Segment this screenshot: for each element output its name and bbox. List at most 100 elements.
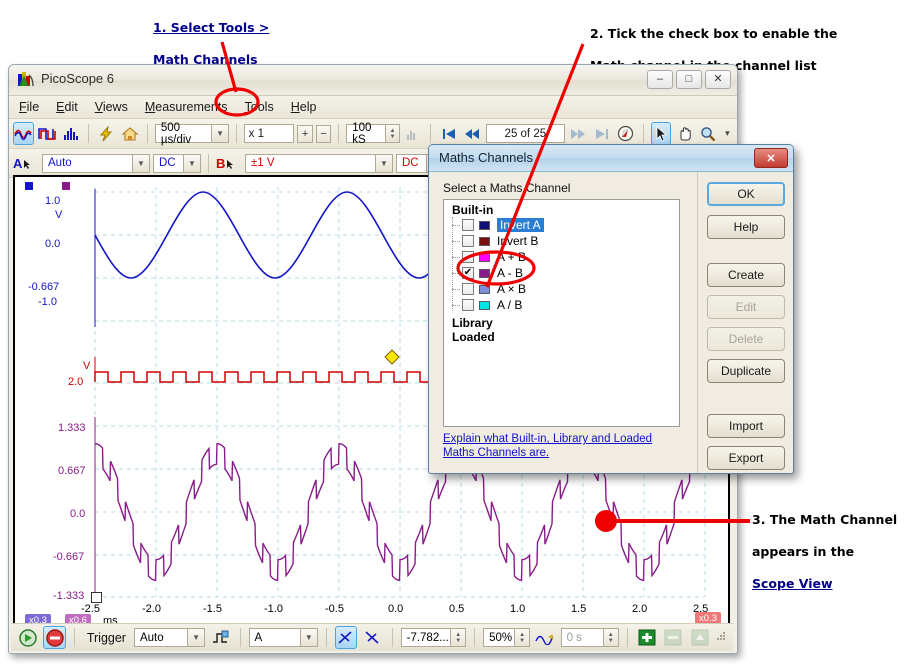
trigger-mode-combo[interactable]: Auto ▼ bbox=[133, 628, 206, 647]
checkbox-a-divide-b[interactable] bbox=[462, 299, 474, 311]
callout-step-3-link[interactable]: Scope View bbox=[752, 576, 897, 592]
channel-row-invert-b[interactable]: Invert B bbox=[444, 233, 679, 249]
menu-file[interactable]: File bbox=[19, 100, 39, 114]
edit-button[interactable]: Edit bbox=[707, 295, 785, 319]
explain-maths-channels-link[interactable]: Explain what Built-in, Library and Loade… bbox=[443, 432, 683, 460]
toolbar-overflow-button[interactable]: ▾ bbox=[722, 122, 733, 145]
remove-view-icon[interactable] bbox=[662, 626, 684, 649]
ok-button[interactable]: OK bbox=[707, 182, 785, 206]
channel-a-button[interactable]: A bbox=[13, 156, 39, 171]
rising-slope-icon[interactable] bbox=[334, 626, 358, 649]
channel-a-range-combo[interactable]: Auto ▼ bbox=[42, 153, 150, 173]
channel-b-button[interactable]: B bbox=[216, 156, 242, 171]
maths-channels-dialog: Maths Channels ✕ Select a Maths Channel … bbox=[428, 144, 794, 474]
spinner-arrows-icon[interactable]: ▲ ▼ bbox=[450, 629, 466, 646]
status-divider-4 bbox=[391, 628, 393, 647]
channel-a-coupling-value: DC bbox=[159, 157, 176, 169]
previous-buffer-icon[interactable] bbox=[462, 122, 483, 145]
channel-row-a-times-b[interactable]: A × B bbox=[444, 281, 679, 297]
post-trigger-delay-field[interactable]: 0 s ▲ ▼ bbox=[560, 628, 619, 647]
toolbar-divider-3 bbox=[235, 124, 237, 143]
maths-channel-list[interactable]: Built-in Invert A Invert B A + B ✔ A - B… bbox=[443, 199, 680, 427]
pretrigger-field[interactable]: 50% ▲ ▼ bbox=[483, 628, 531, 647]
pointer-tool-icon[interactable] bbox=[650, 122, 672, 145]
chevron-down-icon[interactable]: ▼ bbox=[132, 154, 149, 172]
y-axis-m-tick-4: -1.333 bbox=[53, 590, 85, 602]
first-buffer-icon[interactable] bbox=[438, 122, 459, 145]
chevron-down-icon[interactable]: ▼ bbox=[183, 154, 200, 172]
zoom-out-button[interactable]: − bbox=[315, 124, 332, 143]
channel-b-range-combo[interactable]: ±1 V ▼ bbox=[245, 153, 393, 173]
menu-help[interactable]: Help bbox=[291, 100, 317, 114]
spinner-arrows-icon[interactable]: ▲ ▼ bbox=[385, 125, 399, 142]
channel-b-cursor-icon bbox=[227, 160, 234, 169]
color-swatch-invert-b bbox=[479, 236, 490, 246]
samples-spinner[interactable]: 100 kS ▲ ▼ bbox=[346, 122, 400, 146]
menu-edit[interactable]: Edit bbox=[56, 100, 78, 114]
chevron-down-icon[interactable]: ▼ bbox=[299, 629, 317, 646]
measurements-icon[interactable] bbox=[403, 122, 424, 145]
scope-view-icon[interactable] bbox=[13, 122, 34, 145]
channel-row-a-divide-b[interactable]: A / B bbox=[444, 297, 679, 313]
advanced-trigger-icon[interactable] bbox=[534, 626, 556, 649]
dialog-close-button[interactable]: ✕ bbox=[754, 148, 788, 168]
group-header-loaded: Loaded bbox=[452, 330, 495, 344]
lightning-icon[interactable] bbox=[96, 122, 117, 145]
channel-a-coupling-combo[interactable]: DC ▼ bbox=[153, 153, 201, 173]
checkbox-a-times-b[interactable] bbox=[462, 283, 474, 295]
help-button[interactable]: Help bbox=[707, 215, 785, 239]
channel-label-a-minus-b: A - B bbox=[497, 266, 524, 280]
picoscope-logo-icon bbox=[18, 72, 34, 87]
create-button[interactable]: Create bbox=[707, 263, 785, 287]
hand-tool-icon[interactable] bbox=[674, 122, 695, 145]
falling-slope-icon[interactable] bbox=[361, 626, 383, 649]
collapse-view-icon[interactable] bbox=[689, 626, 711, 649]
menu-measurements[interactable]: Measurements bbox=[145, 100, 228, 114]
checkbox-invert-b[interactable] bbox=[462, 235, 474, 247]
rising-edge-icon[interactable] bbox=[209, 626, 231, 649]
channel-label-invert-a: Invert A bbox=[497, 218, 544, 232]
channel-row-a-minus-b[interactable]: ✔ A - B bbox=[444, 265, 679, 281]
duplicate-button[interactable]: Duplicate bbox=[707, 359, 785, 383]
maximize-button[interactable]: □ bbox=[676, 70, 702, 89]
zoom-factor-field[interactable]: x 1 bbox=[243, 124, 295, 143]
resize-grip[interactable] bbox=[715, 629, 727, 647]
checkbox-a-plus-b[interactable] bbox=[462, 251, 474, 263]
chevron-down-icon[interactable]: ▼ bbox=[375, 154, 392, 172]
timebase-combo[interactable]: 500 µs/div ▼ bbox=[154, 122, 229, 146]
timebase-handle[interactable] bbox=[91, 592, 102, 603]
home-icon[interactable] bbox=[119, 122, 140, 145]
pulse-icon[interactable] bbox=[37, 122, 58, 145]
menu-tools[interactable]: Tools bbox=[245, 100, 274, 114]
run-icon[interactable] bbox=[17, 626, 39, 649]
zoom-tool-icon[interactable] bbox=[698, 122, 719, 145]
export-button[interactable]: Export bbox=[707, 446, 785, 470]
color-swatch-a-minus-b bbox=[479, 268, 490, 278]
post-trigger-delay-value: 0 s bbox=[566, 631, 582, 644]
add-view-icon[interactable] bbox=[636, 626, 658, 649]
minimize-button[interactable]: – bbox=[647, 70, 673, 89]
spectrum-icon[interactable] bbox=[60, 122, 81, 145]
navigator-icon[interactable] bbox=[615, 122, 636, 145]
next-buffer-icon[interactable] bbox=[568, 122, 589, 145]
stop-icon[interactable] bbox=[43, 626, 66, 649]
buffer-counter-field[interactable]: 25 of 25 bbox=[485, 124, 566, 143]
close-button[interactable]: ✕ bbox=[705, 70, 731, 89]
channel-divider bbox=[208, 153, 209, 173]
trigger-source-combo[interactable]: A ▼ bbox=[248, 628, 318, 647]
zoom-in-button[interactable]: + bbox=[297, 124, 313, 143]
delete-button[interactable]: Delete bbox=[707, 327, 785, 351]
chevron-down-icon[interactable]: ▼ bbox=[211, 125, 228, 142]
last-buffer-icon[interactable] bbox=[592, 122, 613, 145]
group-header-library: Library bbox=[452, 316, 493, 330]
spinner-arrows-icon[interactable]: ▲ ▼ bbox=[514, 629, 530, 646]
import-button[interactable]: Import bbox=[707, 414, 785, 438]
channel-row-invert-a[interactable]: Invert A bbox=[444, 217, 679, 233]
chevron-down-icon[interactable]: ▼ bbox=[187, 629, 205, 646]
spinner-arrows-icon[interactable]: ▲ ▼ bbox=[602, 629, 618, 646]
checkbox-invert-a[interactable] bbox=[462, 219, 474, 231]
channel-row-a-plus-b[interactable]: A + B bbox=[444, 249, 679, 265]
trigger-level-spinner[interactable]: -7.782... ▲ ▼ bbox=[400, 628, 467, 647]
menu-views[interactable]: Views bbox=[95, 100, 128, 114]
checkbox-a-minus-b[interactable]: ✔ bbox=[462, 267, 474, 279]
